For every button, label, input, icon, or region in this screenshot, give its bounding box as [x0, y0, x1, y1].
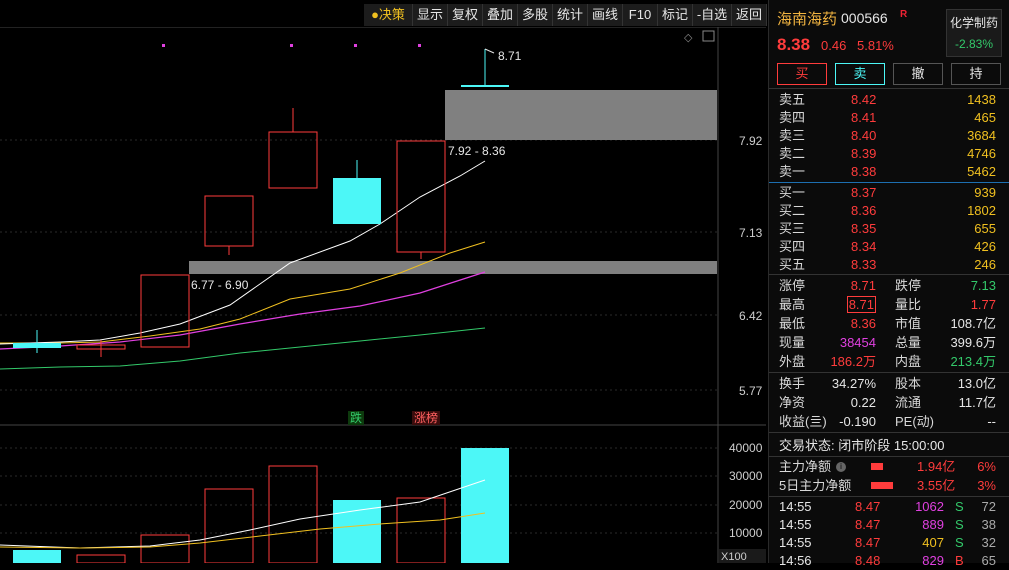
flow-bar: [871, 463, 883, 470]
bid-row[interactable]: 买一 8.37 939: [769, 184, 1009, 202]
info-icon[interactable]: i: [836, 462, 846, 472]
flow-bar: [871, 482, 893, 489]
volume-bar: [76, 554, 126, 563]
resistance-zone-label: 7.92 - 8.36: [448, 144, 506, 158]
ma10-line: [0, 241, 486, 344]
price-axis-label: 7.92: [739, 134, 763, 148]
volume-bar: [461, 448, 509, 563]
toolbar-stats-button[interactable]: 统计: [553, 4, 588, 26]
candle: [333, 178, 381, 224]
volume-bar: [396, 497, 446, 563]
toolbar-multistock-button[interactable]: 多股: [518, 4, 553, 26]
toolbar-adjust-button[interactable]: 复权: [448, 4, 483, 26]
main-flow-row[interactable]: 主力净额 i 1.94亿 6%: [769, 458, 1009, 476]
ma60-line: [0, 327, 486, 370]
signal-marker: [354, 44, 357, 47]
volume-axis-label: 40000: [729, 441, 763, 455]
ask-row[interactable]: 卖四 8.41 465: [769, 109, 1009, 127]
volume-bar: [333, 500, 381, 563]
tick-row: 14:55 8.47 889 S 38: [779, 517, 996, 532]
trade-status: 交易状态: 闭市阶段 15:00:00: [779, 438, 945, 453]
trade-buttons: 买 卖 撤 持: [777, 63, 1007, 85]
stats-row: 最低 8.36 市值 108.7亿: [779, 316, 996, 331]
stats-row: 收益(亖) -0.190 PE(动) --: [779, 414, 996, 429]
resistance-zone: [445, 90, 717, 140]
lightbulb-icon: ●: [371, 7, 379, 22]
diamond-icon[interactable]: ◇: [684, 32, 693, 44]
stats-row: 涨停 8.71 跌停 7.13: [779, 278, 996, 293]
margin-flag: R: [900, 9, 908, 20]
volume-axis-label: 10000: [729, 526, 763, 540]
toolbar-watchlist-button[interactable]: -自选: [693, 4, 732, 26]
volume-axis-label: 30000: [729, 469, 763, 483]
sell-button[interactable]: 卖: [835, 63, 885, 85]
toolbar-display-button[interactable]: 显示: [413, 4, 448, 26]
sector-change: -2.83%: [954, 37, 994, 51]
bid-row[interactable]: 买五 8.33 246: [769, 256, 1009, 274]
volume-bar: [204, 488, 254, 563]
stats-row: 现量 38454 总量 399.6万: [779, 335, 996, 350]
ask-row[interactable]: 卖一 8.38 5462: [769, 163, 1009, 181]
kline-chart[interactable]: ◇ 7.92 - 8.36 6.77 - 6.90 8.71 7.92 7.13…: [0, 27, 766, 563]
tick-row: 14:55 8.47 407 S 32: [779, 535, 996, 550]
stock-name[interactable]: 海南海药: [777, 8, 837, 29]
price-axis-label: 5.77: [739, 384, 763, 398]
stats-row: 外盘 186.2万 内盘 213.4万: [779, 354, 996, 369]
volume-bar: [13, 550, 61, 563]
toolbar-mark-button[interactable]: 标记: [658, 4, 693, 26]
toolbar-back-button[interactable]: 返回: [732, 4, 767, 26]
support-zone: [189, 261, 717, 274]
holdings-button[interactable]: 持: [951, 63, 1001, 85]
volume-axis-label: 20000: [729, 498, 763, 512]
stock-header: 海南海药 000566 R 8.38 0.46 5.81% 化学制药 -2.83…: [769, 0, 1009, 62]
bid-row[interactable]: 买二 8.36 1802: [769, 202, 1009, 220]
volume-bar: [268, 465, 318, 563]
price-axis-label: 7.13: [739, 226, 763, 240]
quote-panel: 海南海药 000566 R 8.38 0.46 5.81% 化学制药 -2.83…: [768, 0, 1009, 568]
stock-code: 000566: [841, 10, 888, 26]
volume-bar: [140, 534, 190, 563]
limit-up-tag: 涨榜: [414, 410, 438, 425]
vol-ma10-line: [0, 512, 486, 549]
stats-row: 净资 0.22 流通 11.7亿: [779, 395, 996, 410]
toolbar-overlay-button[interactable]: 叠加: [483, 4, 518, 26]
price-change-pct: 5.81%: [857, 38, 894, 53]
signal-marker: [290, 44, 293, 47]
price-axis-label: 6.42: [739, 309, 763, 323]
stats-row: 换手 34.27% 股本 13.0亿: [779, 376, 996, 391]
buy-button[interactable]: 买: [777, 63, 827, 85]
bid-row[interactable]: 买四 8.34 426: [769, 238, 1009, 256]
ask-row[interactable]: 卖五 8.42 1438: [769, 91, 1009, 109]
sector-name: 化学制药: [949, 16, 998, 30]
tick-row: 14:55 8.47 1062 S 72: [779, 499, 996, 514]
fall-tag: 跌: [350, 410, 362, 425]
candle: [204, 195, 254, 247]
toolbar-decision-button[interactable]: ●决策: [364, 4, 413, 26]
kline-svg[interactable]: ◇ 7.92 - 8.36 6.77 - 6.90 8.71 7.92 7.13…: [0, 27, 766, 563]
cancel-order-button[interactable]: 撤: [893, 63, 943, 85]
tick-row: 14:56 8.48 829 B 65: [779, 553, 996, 568]
candle: [13, 343, 61, 348]
high-price-label: 8.71: [498, 49, 522, 63]
support-zone-label: 6.77 - 6.90: [191, 278, 249, 292]
volume-unit-label: X100: [721, 551, 747, 563]
toolbar: ●决策 显示 复权 叠加 多股 统计 画线 F10 标记 -自选 返回: [0, 4, 767, 26]
signal-marker: [418, 44, 421, 47]
signal-marker: [162, 44, 165, 47]
last-price: 8.38: [777, 35, 811, 54]
sector-box[interactable]: 化学制药 -2.83%: [946, 9, 1002, 57]
toolbar-draw-button[interactable]: 画线: [588, 4, 623, 26]
five-day-flow-row[interactable]: 5日主力净额 3.55亿 3%: [769, 477, 1009, 495]
price-change: 0.46: [821, 38, 847, 53]
ask-row[interactable]: 卖二 8.39 4746: [769, 145, 1009, 163]
maximize-icon[interactable]: [702, 30, 715, 42]
toolbar-f10-button[interactable]: F10: [623, 4, 658, 26]
stats-row: 最高 8.71 量比 1.77: [779, 296, 996, 313]
ask-row[interactable]: 卖三 8.40 3684: [769, 127, 1009, 145]
bid-row[interactable]: 买三 8.35 655: [769, 220, 1009, 238]
